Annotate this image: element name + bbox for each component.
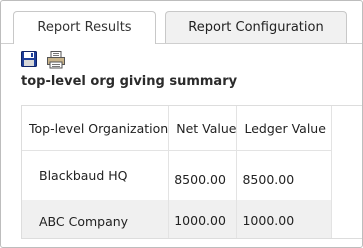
cell-net-value: 8500.00	[168, 150, 238, 200]
tab-report-results[interactable]: Report Results	[13, 11, 156, 44]
column-header-net-value[interactable]: Net Value	[168, 106, 238, 151]
report-panel: Report Results Report Configuration top-…	[0, 0, 363, 248]
tab-bar: Report Results Report Configuration	[1, 1, 362, 44]
save-icon[interactable]	[21, 51, 37, 67]
table-row: ABC Company 1000.00 1000.00	[22, 200, 333, 238]
print-icon[interactable]	[47, 51, 66, 69]
results-table-container: Top-level Organization Net Value Ledger …	[21, 105, 362, 239]
cell-organization: ABC Company	[22, 200, 170, 238]
results-table: Top-level Organization Net Value Ledger …	[22, 106, 333, 238]
report-toolbar	[21, 51, 68, 71]
cell-net-value: 1000.00	[168, 200, 238, 238]
column-header-organization[interactable]: Top-level Organization	[22, 106, 170, 151]
table-header-row: Top-level Organization Net Value Ledger …	[22, 106, 333, 151]
cell-organization: Blackbaud HQ	[22, 150, 170, 200]
column-header-ledger-value[interactable]: Ledger Value	[236, 106, 333, 151]
cell-ledger-value: 8500.00	[236, 150, 333, 200]
tab-report-configuration[interactable]: Report Configuration	[165, 11, 347, 43]
cell-ledger-value: 1000.00	[236, 200, 333, 238]
table-row: Blackbaud HQ 8500.00 8500.00	[22, 150, 333, 200]
report-title: top-level org giving summary	[21, 74, 238, 89]
